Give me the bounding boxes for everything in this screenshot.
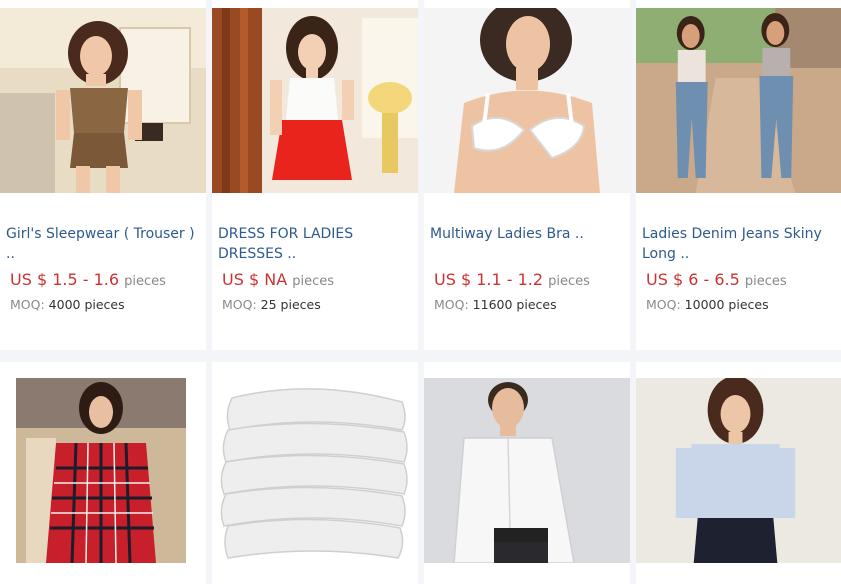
moq-label: MOQ: — [646, 297, 681, 312]
product-card-mens-shirt[interactable] — [424, 362, 630, 584]
product-image-plaid-shirt[interactable] — [16, 378, 186, 563]
product-title[interactable]: Ladies Denim Jeans Skiny Long .. — [642, 224, 836, 264]
product-card-sleepwear[interactable]: Girl's Sleepwear ( Trouser ) .. US $ 1.5… — [0, 0, 206, 350]
price-unit: pieces — [292, 274, 335, 289]
moq-label: MOQ: — [10, 297, 45, 312]
product-image-jeans[interactable] — [636, 8, 841, 193]
moq-value: 4000 pieces — [48, 297, 125, 312]
product-card-bra[interactable]: Multiway Ladies Bra .. US $ 1.1 - 1.2 pi… — [424, 0, 630, 350]
product-moq: MOQ: 11600 pieces — [434, 297, 557, 312]
product-title[interactable]: DRESS FOR LADIES DRESSES .. — [218, 224, 412, 264]
moq-label: MOQ: — [434, 297, 469, 312]
product-moq: MOQ: 10000 pieces — [646, 297, 769, 312]
product-price: US $ 1.1 - 1.2 pieces — [434, 270, 590, 289]
product-image-ladies-blouse[interactable] — [636, 378, 841, 563]
product-title[interactable]: Girl's Sleepwear ( Trouser ) .. — [6, 224, 200, 264]
product-image-fabric[interactable] — [212, 378, 418, 563]
product-card-ladies-blouse[interactable] — [636, 362, 841, 584]
product-moq: MOQ: 25 pieces — [222, 297, 321, 312]
product-image-dress[interactable] — [212, 8, 418, 193]
moq-label: MOQ: — [222, 297, 257, 312]
price-unit: pieces — [744, 274, 787, 289]
moq-value: 11600 pieces — [472, 297, 557, 312]
price-unit: pieces — [548, 274, 590, 289]
price-unit: pieces — [124, 274, 166, 289]
price-value: US $ 1.5 - 1.6 — [10, 270, 120, 289]
product-image-sleepwear[interactable] — [0, 8, 206, 193]
price-value: US $ 1.1 - 1.2 — [434, 270, 544, 289]
product-grid: Girl's Sleepwear ( Trouser ) .. US $ 1.5… — [0, 0, 841, 584]
product-image-mens-shirt[interactable] — [424, 378, 630, 563]
product-card-jeans[interactable]: Ladies Denim Jeans Skiny Long .. US $ 6 … — [636, 0, 841, 350]
product-price: US $ 1.5 - 1.6 pieces — [10, 270, 166, 289]
product-moq: MOQ: 4000 pieces — [10, 297, 125, 312]
product-card-plaid-shirt[interactable] — [0, 362, 206, 584]
product-card-dress[interactable]: DRESS FOR LADIES DRESSES .. US $ NA piec… — [212, 0, 418, 350]
price-value: US $ 6 - 6.5 — [646, 270, 740, 289]
moq-value: 10000 pieces — [684, 297, 769, 312]
price-value: US $ NA — [222, 270, 288, 289]
product-card-fabric[interactable] — [212, 362, 418, 584]
product-image-bra[interactable] — [424, 8, 630, 193]
product-title[interactable]: Multiway Ladies Bra .. — [430, 224, 624, 244]
product-price: US $ NA pieces — [222, 270, 334, 289]
product-price: US $ 6 - 6.5 pieces — [646, 270, 787, 289]
moq-value: 25 pieces — [260, 297, 321, 312]
